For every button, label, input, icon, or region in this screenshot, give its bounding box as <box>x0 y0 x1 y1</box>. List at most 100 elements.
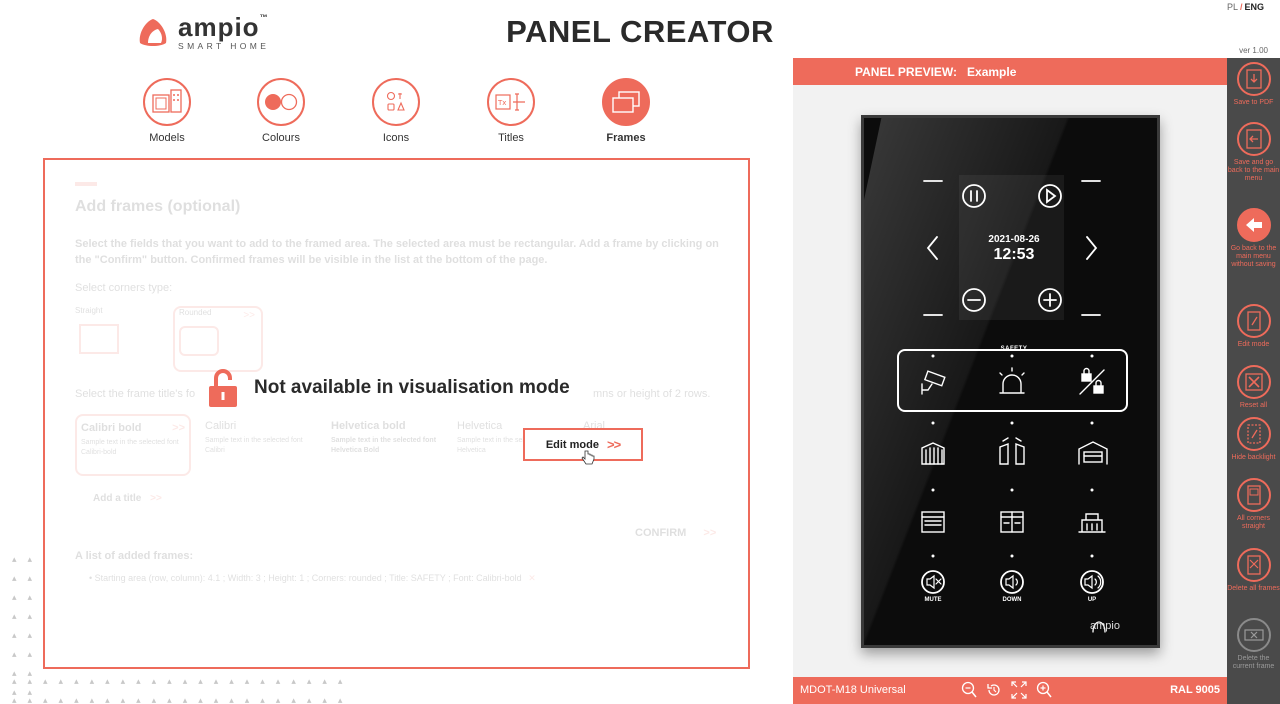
decorative-dots-bottom: ▴▴▴▴▴▴▴▴▴▴▴▴▴▴▴▴▴▴▴▴▴▴ ▴▴▴▴▴▴▴▴▴▴▴▴▴▴▴▴▴▴… <box>12 676 354 704</box>
app-title: PANEL CREATOR <box>506 14 774 49</box>
step-label: Icons <box>382 132 410 144</box>
panel-graphics <box>897 175 1128 633</box>
panel-date: 2021-08-26 <box>988 234 1040 245</box>
reset-all-icon <box>1236 365 1271 399</box>
preview-header: PANEL PREVIEW: Example <box>793 58 1227 85</box>
font-option-calibri[interactable]: Calibri Sample text in the selected font… <box>201 414 317 476</box>
save-pdf-button[interactable]: Save to PDF <box>1227 62 1280 107</box>
delete-current-frame-button[interactable]: Delete the current frame <box>1227 618 1280 671</box>
editor-area: Models Colours Icons Tx Titles Frames ▴▴… <box>0 58 793 704</box>
building-icon <box>1078 513 1106 533</box>
gate-icon <box>921 442 945 465</box>
corner-rounded-option[interactable]: Rounded >> <box>173 306 263 372</box>
font-name: Helvetica bold <box>331 420 406 432</box>
confirm-button[interactable]: CONFIRM >> <box>635 527 716 539</box>
tool-label: Save to PDF <box>1233 99 1274 106</box>
list-item: • Starting area (row, column): 4.1 ; Wid… <box>89 573 536 583</box>
siren-icon <box>999 367 1025 394</box>
tool-label: All corners straight <box>1236 515 1271 530</box>
volume-down-icon <box>1000 570 1024 594</box>
step-colours[interactable]: Colours <box>241 78 321 144</box>
panel-label-up: UP <box>1087 597 1097 603</box>
confirm-label: CONFIRM <box>635 527 687 539</box>
step-frames[interactable]: Frames <box>586 78 666 144</box>
mute-icon <box>921 570 945 594</box>
save-back-button[interactable]: Save and go back to the main menu <box>1227 122 1280 183</box>
hide-backlight-button[interactable]: Hide backlight <box>1227 417 1280 462</box>
font-label: Select the frame title's fo <box>75 388 196 400</box>
colours-icon <box>257 78 305 126</box>
svg-text:Tx: Tx <box>497 99 506 107</box>
delete-frames-icon <box>1236 548 1271 582</box>
blind-icon <box>921 511 945 533</box>
arrow-left-icon <box>926 236 938 260</box>
blind-group-icon <box>1000 511 1024 533</box>
zoom-toolbar <box>961 681 1052 699</box>
step-label: Titles <box>498 132 524 144</box>
edit-mode-tool-button[interactable]: Edit mode <box>1227 304 1280 349</box>
corner-rounded-label: Rounded <box>179 308 212 317</box>
titles-icon: Tx <box>487 78 535 126</box>
lock-unlock-icon <box>1079 367 1105 395</box>
unlock-icon <box>209 369 237 407</box>
ral-color: RAL 9005 <box>1170 684 1220 696</box>
step-models[interactable]: Models <box>127 78 207 144</box>
gate-open-icon <box>999 437 1025 465</box>
add-title-label: Add a title <box>93 493 142 504</box>
panel-preview: PANEL PREVIEW: Example 2021-08-26 12:53 … <box>793 58 1227 704</box>
frames-icon <box>602 78 650 126</box>
zoom-out-icon[interactable] <box>961 681 977 699</box>
reset-all-button[interactable]: Reset all <box>1227 365 1280 410</box>
font-sample: Sample text in the selected font Helveti… <box>331 437 437 454</box>
step-label: Colours <box>262 132 300 144</box>
add-title-chevron: >> <box>150 493 162 504</box>
tool-label: Go back to the main menu without saving <box>1230 245 1277 268</box>
delete-all-frames-button[interactable]: Delete all frames <box>1227 548 1280 593</box>
confirm-chevron: >> <box>703 527 717 539</box>
zoom-in-icon[interactable] <box>1036 681 1052 699</box>
fit-screen-icon[interactable] <box>1011 681 1027 699</box>
font-name: Calibri bold <box>81 422 142 434</box>
save-pdf-icon <box>1236 62 1271 96</box>
tool-label: Edit mode <box>1237 341 1270 348</box>
font-sample: Sample text in the selected font Calibri <box>205 437 303 454</box>
delete-frame-icon <box>1236 618 1271 652</box>
frame-entry: Starting area (row, column): 4.1 ; Width… <box>94 573 522 583</box>
frames-panel: Add frames (optional) Select the fields … <box>43 158 750 669</box>
save-back-icon <box>1236 122 1271 156</box>
camera-icon <box>921 370 946 395</box>
arrow-right-icon <box>1086 236 1098 260</box>
panel-frame-title: SAFETY <box>1000 346 1028 352</box>
corners-straight-button[interactable]: All corners straight <box>1227 478 1280 531</box>
garage-icon <box>1078 441 1108 465</box>
tool-label: Hide backlight <box>1231 454 1276 461</box>
font-option-helvetica-bold[interactable]: Helvetica bold Sample text in the select… <box>327 414 443 476</box>
corner-straight-preview <box>79 324 119 354</box>
tool-label: Reset all <box>1239 402 1268 409</box>
not-available-text: Not available in visualisation mode <box>254 377 570 398</box>
panel-time: 12:53 <box>993 246 1035 263</box>
font-option-calibri-bold[interactable]: Calibri bold >> Sample text in the select… <box>75 414 191 476</box>
steps-nav: Models Colours Icons Tx Titles Frames <box>130 78 670 144</box>
heading-accent <box>75 182 97 186</box>
icons-icon <box>372 78 420 126</box>
step-icons[interactable]: Icons <box>356 78 436 144</box>
reset-icon[interactable] <box>986 681 1002 699</box>
corners-icon <box>1236 478 1271 512</box>
add-title-link[interactable]: Add a title >> <box>93 493 162 504</box>
step-titles[interactable]: Tx Titles <box>471 78 551 144</box>
lang-eng[interactable]: ENG <box>1244 2 1264 12</box>
tool-label: Delete all frames <box>1227 585 1280 592</box>
panel-label-mute: MUTE <box>924 597 942 603</box>
corner-straight-option[interactable]: Straight <box>75 306 165 372</box>
hand-cursor-icon <box>581 450 595 465</box>
frames-list-title: A list of added frames: <box>75 550 194 562</box>
lang-pl[interactable]: PL <box>1227 2 1238 12</box>
preview-header-label: PANEL PREVIEW: <box>855 64 958 79</box>
frames-heading: Add frames (optional) <box>75 198 241 215</box>
tool-label: Save and go back to the main menu <box>1227 159 1280 182</box>
back-without-saving-button[interactable]: Go back to the main menu without saving <box>1227 208 1280 269</box>
step-label: Frames <box>606 132 646 144</box>
model-name: MDOT-M18 Universal <box>800 684 906 696</box>
remove-frame-icon[interactable]: ✕ <box>528 573 536 583</box>
